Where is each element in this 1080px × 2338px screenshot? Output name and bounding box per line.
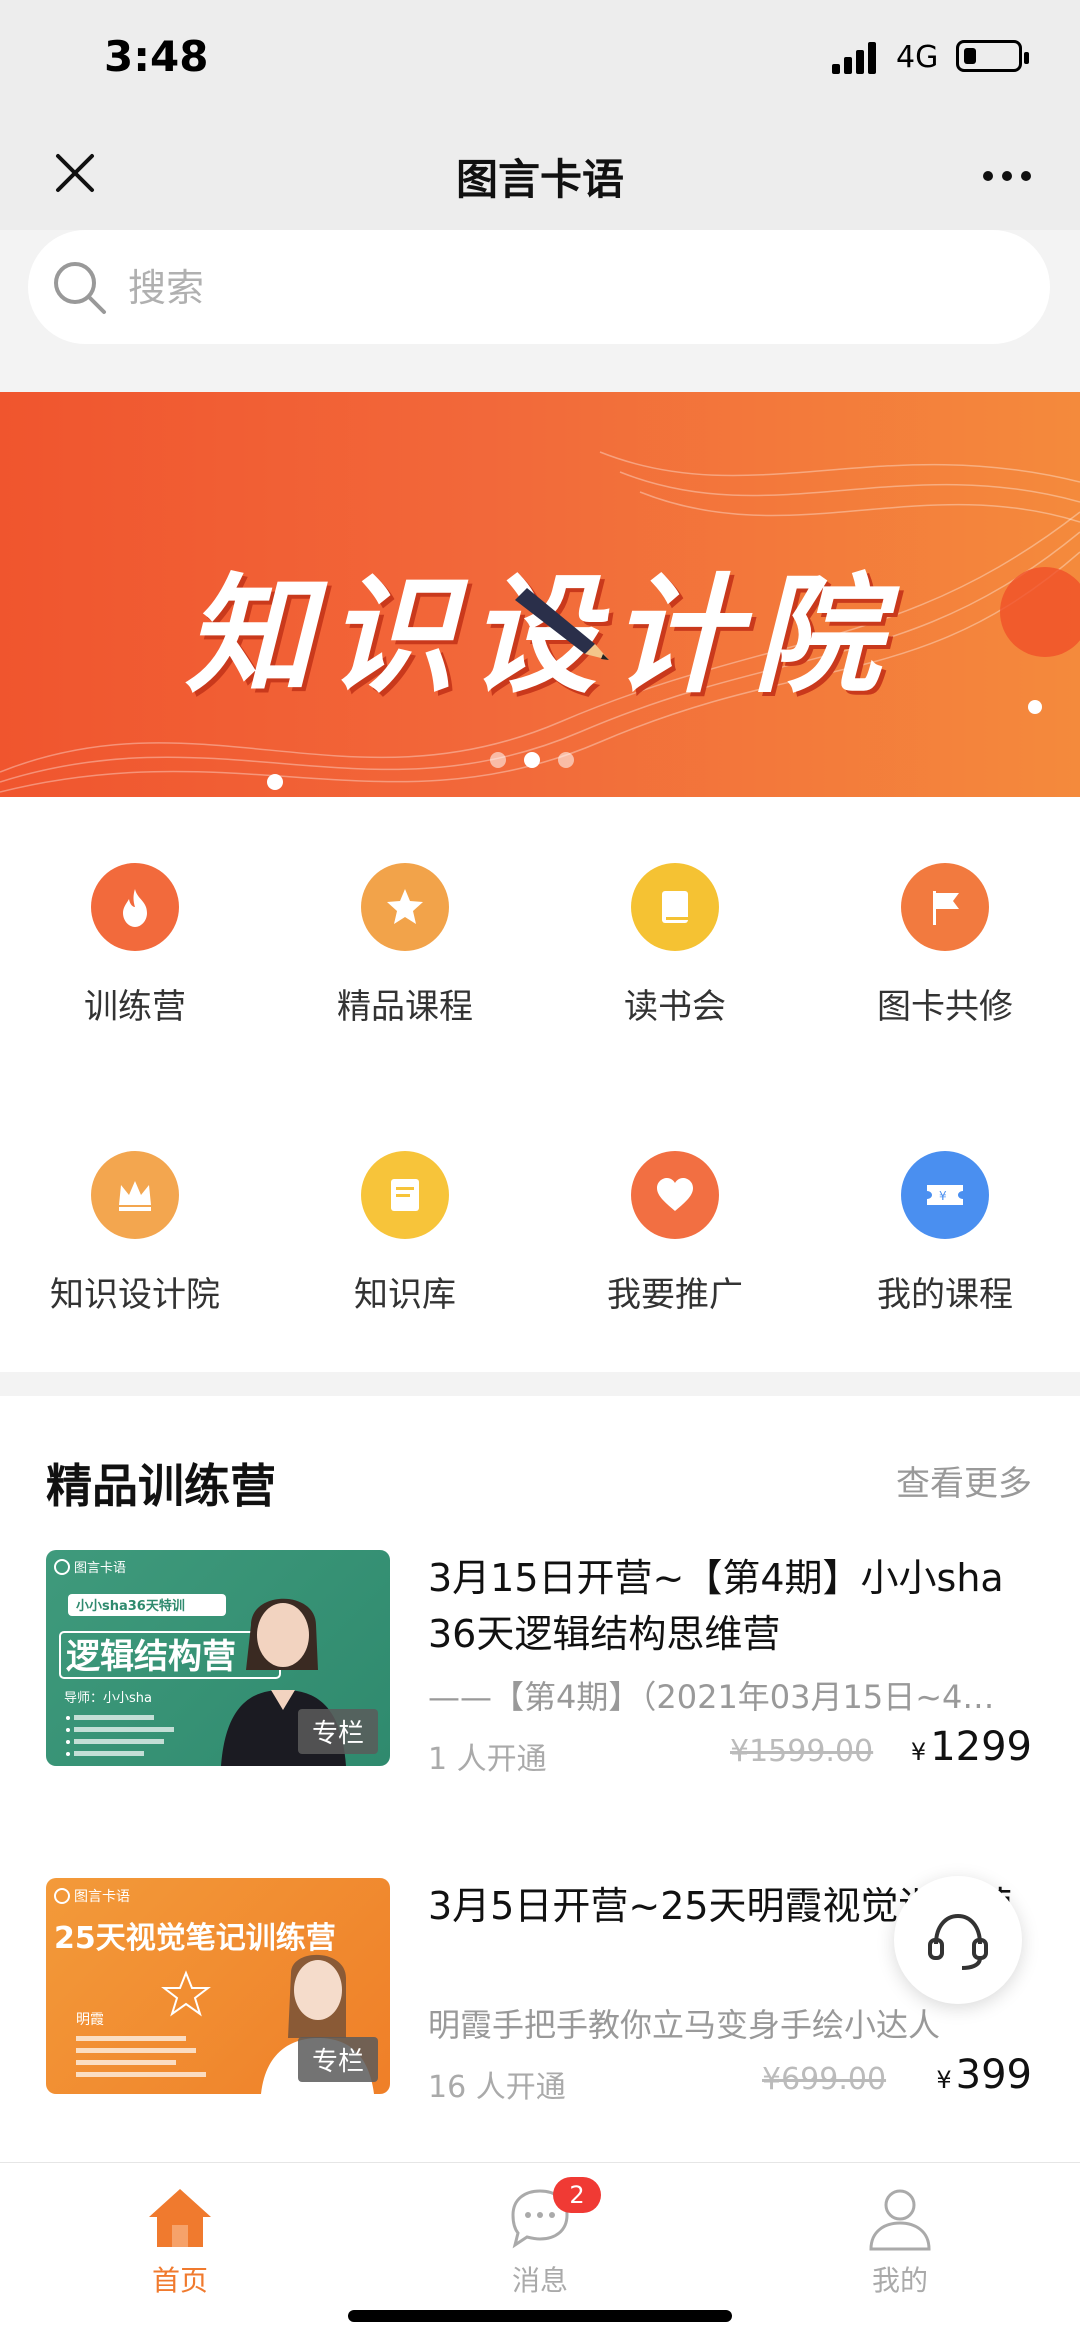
thumb-headline: 25天视觉笔记训练营 xyxy=(54,1921,336,1956)
course-original-price: ¥699.00 xyxy=(762,2062,887,2097)
category-grid: 训练营 精品课程 读书会 图卡共修知识设计院 知识库 我要推广 ¥ 我的课程 xyxy=(0,797,1080,1372)
price-value: 1299 xyxy=(930,1724,1032,1770)
thumb-headline: 逻辑结构营 xyxy=(66,1637,236,1677)
price-value: 399 xyxy=(955,2052,1032,2098)
course-buyers: 16 人开通 xyxy=(428,2070,566,2105)
tab-label: 消息 xyxy=(511,2264,568,2297)
headset-icon xyxy=(928,1913,988,1970)
course-buyers: 1 人开通 xyxy=(428,1742,547,1777)
nav-bar: 图言卡语 xyxy=(0,118,1080,230)
pencil-icon xyxy=(515,588,609,660)
grid-item-label: 我的课程 xyxy=(877,1275,1013,1315)
course-desc: 明霞手把手教你立马变身手绘小达人 xyxy=(428,2006,941,2044)
tab-home[interactable]: 首页 xyxy=(0,2163,360,2299)
search-area xyxy=(0,230,1080,392)
search-bar[interactable] xyxy=(28,230,1050,344)
view-more-link[interactable]: 查看更多 xyxy=(896,1456,1032,1505)
star-icon xyxy=(361,863,449,951)
currency-symbol: ¥ xyxy=(910,1738,927,1766)
battery-icon xyxy=(956,40,1029,72)
course-thumbnail: 图言卡语 小小sha36天特训 逻辑结构营 导师：小小sha 专栏 xyxy=(46,1550,390,1766)
home-indicator xyxy=(348,2310,732,2322)
flame-icon xyxy=(91,863,179,951)
crown-icon xyxy=(91,1151,179,1239)
ticket-icon: ¥ xyxy=(901,1151,989,1239)
thumb-badge: 小小sha36天特训 xyxy=(76,1598,185,1614)
course-title: 3月15日开营~【第4期】小小sha 36天逻辑结构思维营 xyxy=(428,1556,1004,1656)
grid-item[interactable]: ¥ 我的课程 xyxy=(810,1151,1080,1316)
course-card[interactable]: 图言卡语 小小sha36天特训 逻辑结构营 导师：小小sha 专栏 3月15日开… xyxy=(0,1550,1080,1777)
course-original-price: ¥1599.00 xyxy=(730,1734,874,1769)
course-thumbnail: 图言卡语 25天视觉笔记训练营 明霞 专栏 xyxy=(46,1878,390,2094)
thumb-mentor: 明霞 xyxy=(76,2012,104,2028)
svg-text:¥: ¥ xyxy=(939,1189,947,1203)
grid-item[interactable]: 知识库 xyxy=(270,1151,540,1316)
course-tag: 专栏 xyxy=(297,2037,378,2082)
grid-item[interactable]: 图卡共修 xyxy=(810,863,1080,1028)
grid-item[interactable]: 读书会 xyxy=(540,863,810,1028)
grid-item[interactable]: 我要推广 xyxy=(540,1151,810,1316)
status-time: 3:48 xyxy=(104,32,209,81)
section-divider xyxy=(0,1372,1080,1396)
thumb-brand: 图言卡语 xyxy=(74,1561,126,1576)
tab-messages[interactable]: 2 消息 xyxy=(360,2163,720,2299)
flag-icon xyxy=(901,863,989,951)
home-icon xyxy=(149,2189,211,2247)
grid-item-label: 读书会 xyxy=(624,987,726,1027)
more-icon[interactable] xyxy=(982,170,1032,182)
grid-item-label: 知识库 xyxy=(354,1275,456,1315)
grid-item[interactable]: 精品课程 xyxy=(270,863,540,1028)
message-badge: 2 xyxy=(553,2177,601,2213)
course-price: ¥1299 xyxy=(911,1724,1032,1770)
book-icon xyxy=(631,863,719,951)
page-title: 图言卡语 xyxy=(455,155,624,204)
grid-item[interactable]: 训练营 xyxy=(0,863,270,1028)
note-icon xyxy=(361,1151,449,1239)
grid-item[interactable]: 知识设计院 xyxy=(0,1151,270,1316)
network-label: 4G xyxy=(896,40,939,75)
status-bar: 3:48 4G xyxy=(0,0,1080,118)
grid-item-label: 我要推广 xyxy=(607,1275,743,1315)
currency-symbol: ¥ xyxy=(936,2066,952,2094)
course-desc: ——【第4期】（2021年03月15日~4… xyxy=(428,1678,995,1716)
carousel-dots xyxy=(490,752,590,772)
course-tag: 专栏 xyxy=(297,1709,378,1754)
search-input[interactable] xyxy=(126,260,930,316)
signal-icon xyxy=(832,42,876,74)
carousel-dot[interactable] xyxy=(524,752,540,768)
heart-icon xyxy=(631,1151,719,1239)
banner-carousel[interactable]: 知识设计院 xyxy=(0,392,1080,797)
thumb-brand: 图言卡语 xyxy=(74,1889,130,1905)
tab-profile[interactable]: 我的 xyxy=(720,2163,1080,2299)
grid-item-label: 知识设计院 xyxy=(50,1275,220,1315)
customer-service-button[interactable] xyxy=(894,1876,1022,2004)
grid-item-label: 图卡共修 xyxy=(877,987,1013,1027)
thumb-mentor: 导师：小小sha xyxy=(64,1691,152,1706)
search-icon xyxy=(54,262,106,314)
tab-label: 首页 xyxy=(151,2264,208,2297)
course-price: ¥399 xyxy=(936,2052,1032,2098)
section-title: 精品训练营 xyxy=(46,1459,276,1513)
tab-label: 我的 xyxy=(871,2264,928,2297)
carousel-dot[interactable] xyxy=(558,752,574,768)
grid-item-label: 训练营 xyxy=(84,987,186,1027)
grid-item-label: 精品课程 xyxy=(337,987,473,1027)
user-icon xyxy=(869,2189,931,2251)
carousel-dot[interactable] xyxy=(490,752,506,768)
